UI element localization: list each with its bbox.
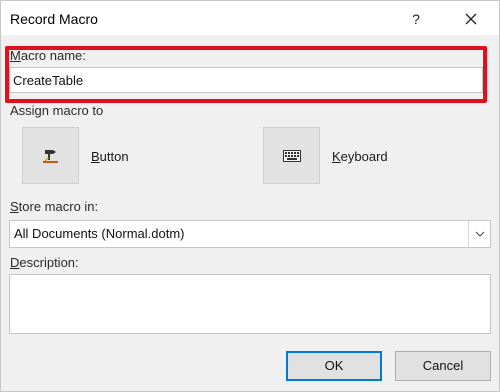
close-icon	[465, 13, 477, 25]
keyboard-icon	[282, 149, 301, 162]
dropdown-arrow[interactable]	[468, 221, 490, 247]
macro-name-label: Macro name:	[10, 48, 86, 63]
assign-button-label[interactable]: Button	[91, 149, 129, 164]
store-macro-value: All Documents (Normal.dotm)	[14, 226, 185, 241]
cancel-button[interactable]: Cancel	[395, 351, 491, 381]
store-macro-label: Store macro in:	[10, 199, 99, 214]
hammer-icon	[42, 149, 58, 163]
dialog-title: Record Macro	[10, 11, 98, 27]
assign-macro-label: Assign macro to	[10, 103, 104, 118]
macro-name-input[interactable]: CreateTable	[9, 67, 483, 93]
description-textarea[interactable]	[9, 274, 491, 334]
close-button[interactable]	[456, 7, 486, 31]
assign-keyboard-button[interactable]	[263, 127, 320, 184]
store-macro-select[interactable]: All Documents (Normal.dotm)	[9, 220, 491, 248]
description-label: Description:	[10, 255, 79, 270]
ok-button[interactable]: OK	[286, 351, 382, 381]
chevron-down-icon	[475, 231, 484, 237]
assign-keyboard-label[interactable]: Keyboard	[332, 149, 388, 164]
title-bar: Record Macro ?	[1, 1, 499, 35]
assign-button-button[interactable]	[22, 127, 79, 184]
record-macro-dialog: Record Macro ? Macro name: CreateTable A…	[0, 0, 500, 392]
help-button[interactable]: ?	[401, 7, 431, 31]
